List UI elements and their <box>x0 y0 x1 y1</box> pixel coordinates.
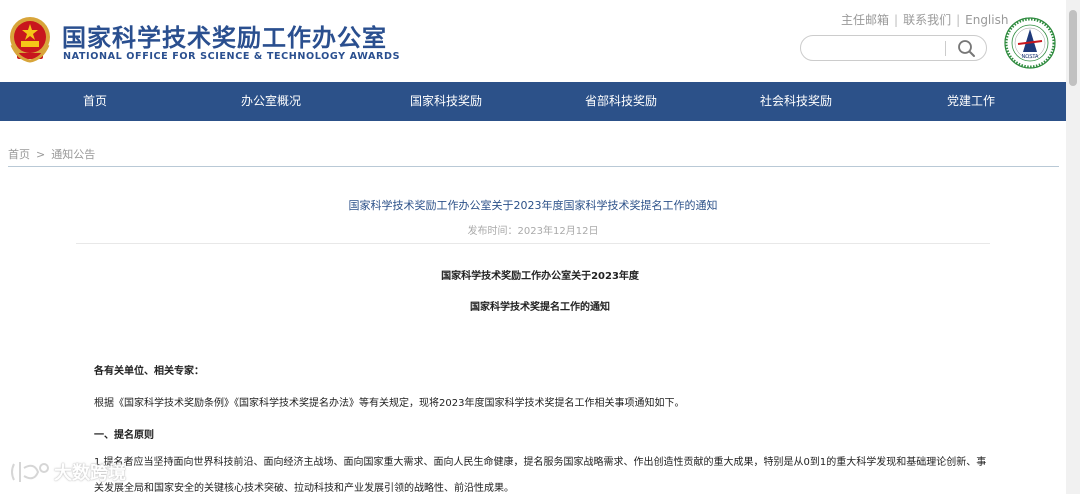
site-logo-title[interactable]: 国家科学技术奖励工作办公室 <box>62 18 387 53</box>
site-logo-subtitle: NATIONAL OFFICE FOR SCIENCE & TECHNOLOGY… <box>63 51 401 62</box>
article-publish-date: 发布时间：2023年12月12日 <box>467 226 599 237</box>
document-heading-line1: 国家科学技术奖励工作办公室关于2023年度 <box>441 271 639 282</box>
breadcrumb-divider <box>8 166 1059 167</box>
main-nav: 首页 办公室概况 国家科技奖励 省部科技奖励 社会科技奖励 党建工作 <box>0 82 1066 121</box>
search-divider <box>945 41 946 56</box>
top-links: 主任邮箱 | 联系我们 | English <box>841 11 1008 28</box>
nav-item-home[interactable]: 首页 <box>64 82 126 121</box>
contact-us-link[interactable]: 联系我们 <box>903 13 951 27</box>
watermark: 大数跨境 <box>8 458 126 488</box>
breadcrumb-current[interactable]: 通知公告 <box>51 148 95 161</box>
nav-item-provincial-awards[interactable]: 省部科技奖励 <box>575 82 667 121</box>
national-emblem-icon <box>10 17 50 63</box>
search-input[interactable] <box>811 38 940 58</box>
breadcrumb-separator: > <box>36 148 46 161</box>
top-link-separator: | <box>894 13 899 27</box>
search-icon[interactable] <box>953 37 981 59</box>
top-link-separator: | <box>956 13 961 27</box>
english-link[interactable]: English <box>965 13 1008 27</box>
document-intro: 根据《国家科学技术奖励条例》《国家科学技术奖提名办法》等有关规定，现将2023年… <box>94 398 685 409</box>
site-header: 国家科学技术奖励工作办公室 NATIONAL OFFICE FOR SCIENC… <box>0 0 1066 82</box>
nosta-seal-icon: NOSTA <box>1004 17 1056 69</box>
nav-item-party-building[interactable]: 党建工作 <box>935 82 1007 121</box>
scrollbar-thumb[interactable] <box>1069 10 1077 86</box>
watermark-logo-icon <box>11 462 49 482</box>
document-paragraph-1: 1.提名者应当坚持面向世界科技前沿、面向经济主战场、面向国家重大需求、面向人民生… <box>94 457 987 494</box>
nosta-seal-text: NOSTA <box>1022 54 1040 60</box>
article-divider <box>76 243 990 244</box>
director-mailbox-link[interactable]: 主任邮箱 <box>841 13 889 27</box>
nav-item-social-awards[interactable]: 社会科技奖励 <box>750 82 842 121</box>
page-scrollbar[interactable] <box>1066 0 1080 494</box>
document-heading-line2: 国家科学技术奖提名工作的通知 <box>470 302 610 313</box>
search-box <box>800 35 987 61</box>
nav-item-office-overview[interactable]: 办公室概况 <box>230 82 312 121</box>
watermark-text: 大数跨境 <box>54 463 126 484</box>
document-salutation: 各有关单位、相关专家： <box>94 366 204 377</box>
article-title: 国家科学技术奖励工作办公室关于2023年度国家科学技术奖提名工作的通知 <box>348 199 718 212</box>
nav-item-national-awards[interactable]: 国家科技奖励 <box>400 82 492 121</box>
section-heading-nomination-principles: 一、提名原则 <box>94 430 154 441</box>
breadcrumb: 首页 > 通知公告 <box>8 146 95 162</box>
breadcrumb-home[interactable]: 首页 <box>8 148 30 161</box>
